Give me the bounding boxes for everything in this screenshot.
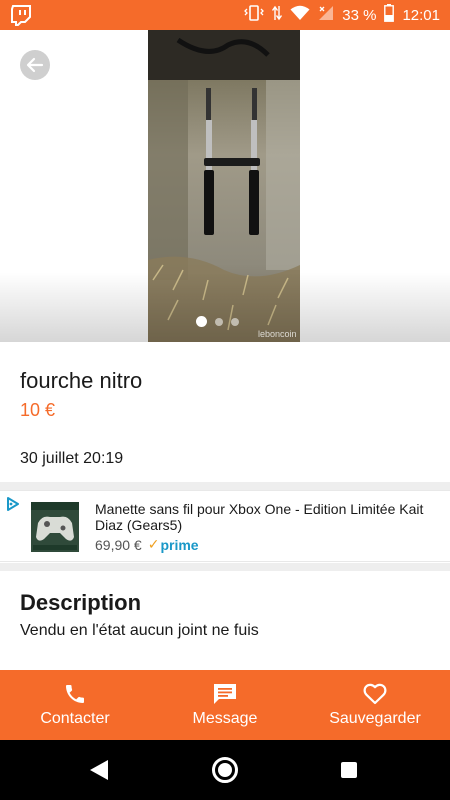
twitch-icon <box>10 4 32 31</box>
listing-title: fourche nitro <box>20 368 143 393</box>
clock: 12:01 <box>402 6 440 24</box>
prime-badge: ✓ prime <box>148 536 199 553</box>
data-arrows-icon <box>272 5 283 25</box>
sponsored-ad[interactable]: Manette sans fil pour Xbox One - Edition… <box>0 490 450 562</box>
signal-icon <box>318 5 334 25</box>
nav-home-icon[interactable] <box>212 757 238 783</box>
battery-level: 33 % <box>342 6 377 24</box>
battery-icon <box>384 4 395 26</box>
nav-back-icon[interactable] <box>88 758 110 787</box>
vibrate-icon <box>244 5 265 25</box>
adchoices-icon[interactable] <box>6 497 20 516</box>
status-bar: 33 % 12:01 <box>0 0 450 30</box>
photo-watermark: leboncoin <box>258 329 297 339</box>
message-icon <box>214 684 236 704</box>
photo-gallery[interactable] <box>0 30 450 342</box>
phone-icon <box>66 685 84 703</box>
section-divider <box>0 563 450 571</box>
photo-shade <box>0 272 450 342</box>
ad-product-image[interactable] <box>30 501 80 553</box>
prime-check-icon: ✓ <box>147 536 160 552</box>
section-divider <box>0 482 450 490</box>
listing-price: 10 € <box>20 400 56 420</box>
action-bar: Contacter Message Sauvegarder <box>0 670 450 740</box>
listing-date: 30 juillet 20:19 <box>20 450 124 467</box>
carousel-dot[interactable] <box>231 317 239 326</box>
arrow-left-icon <box>26 57 44 73</box>
description-text: Vendu en l'état aucun joint ne fuis <box>20 622 259 639</box>
prime-label: prime <box>160 536 199 553</box>
message-label: Message <box>192 710 258 727</box>
carousel-dot[interactable] <box>215 317 223 326</box>
heart-icon <box>363 683 387 705</box>
system-nav-bar <box>0 740 450 800</box>
carousel-dot[interactable] <box>196 316 207 327</box>
ad-price: 69,90 € <box>95 536 142 553</box>
save-button[interactable]: Sauvegarder <box>300 670 450 740</box>
contact-label: Contacter <box>40 710 110 727</box>
ad-price-row: 69,90 € ✓ prime <box>95 536 199 553</box>
carousel-indicator <box>196 316 239 327</box>
wifi-icon <box>290 5 310 25</box>
message-button[interactable]: Message <box>150 670 300 740</box>
description-heading: Description <box>20 590 142 615</box>
back-button[interactable] <box>20 50 50 80</box>
contact-button[interactable]: Contacter <box>0 670 150 740</box>
ad-title[interactable]: Manette sans fil pour Xbox One - Edition… <box>95 501 440 533</box>
nav-recents-icon[interactable] <box>341 762 357 778</box>
save-label: Sauvegarder <box>329 710 421 727</box>
